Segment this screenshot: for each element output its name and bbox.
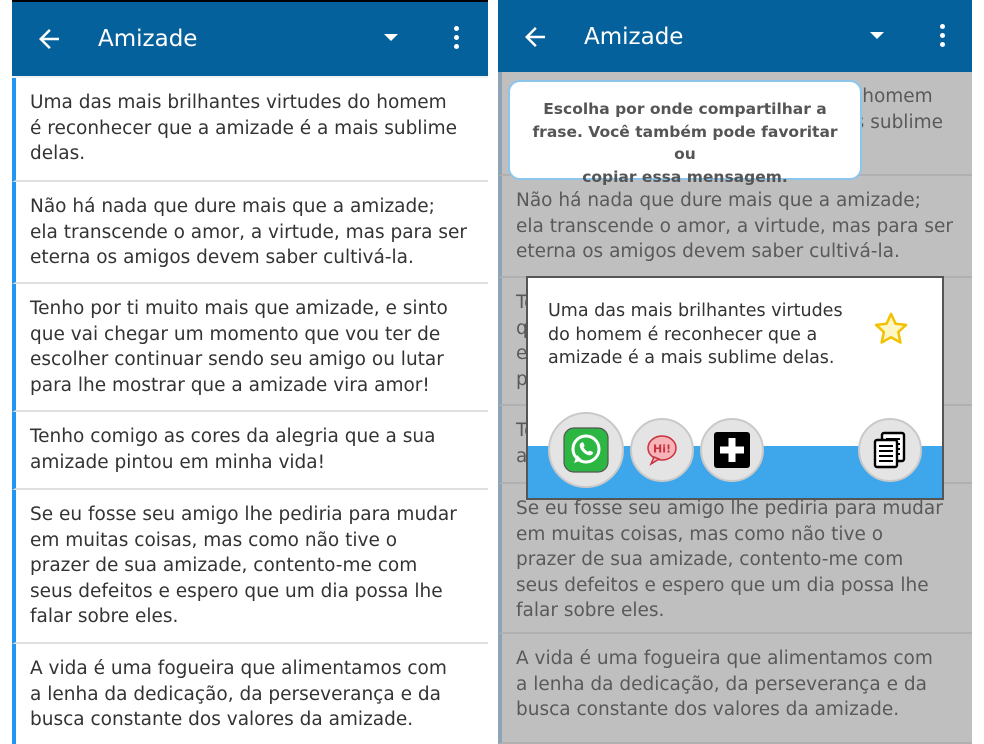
tooltip-bubble: Escolha por onde compartilhar a frase. V… [508, 80, 862, 186]
app-bar: Amizade [498, 0, 972, 72]
phrase-item[interactable]: Uma das mais brilhantes virtudes do home… [12, 78, 488, 182]
plus-share-button[interactable] [700, 418, 764, 482]
phrase-text: Se eu fosse seu amigo lhe pediria para m… [30, 504, 457, 627]
phrase-text: A vida é uma fogueira que alimentamos co… [30, 658, 447, 730]
hi-chat-icon: Hi! [647, 435, 677, 466]
phrase-text: Tenho por ti muito mais que amizade, e s… [30, 298, 448, 396]
whatsapp-icon [563, 427, 609, 473]
phrase-list: Uma das mais brilhantes virtudes do home… [12, 76, 488, 744]
phrase-item[interactable]: A vida é uma fogueira que alimentamos co… [12, 644, 488, 744]
hi-label: Hi! [653, 443, 671, 456]
phrase-text: Uma das mais brilhantes virtudes do home… [30, 92, 457, 164]
dialog-message: Uma das mais brilhantes virtudes do home… [548, 301, 843, 368]
back-arrow-icon[interactable] [520, 22, 550, 52]
copy-button[interactable] [858, 418, 922, 482]
star-icon[interactable] [872, 310, 910, 348]
page-title: Amizade [584, 24, 684, 50]
phrase-text: Tenho comigo as cores da alegria que a s… [30, 426, 436, 473]
phrase-list-screen: Amizade Uma das mais brilhantes virtudes… [12, 0, 488, 744]
chevron-down-icon[interactable] [870, 32, 884, 39]
more-vert-icon[interactable] [446, 26, 466, 54]
back-arrow-icon[interactable] [34, 24, 64, 54]
share-dialog-screen: Amizade Uma das mais brilhantes virtudes… [498, 0, 972, 744]
phrase-item[interactable]: Tenho por ti muito mais que amizade, e s… [12, 284, 488, 412]
phrase-text: Não há nada que dure mais que a amizade;… [30, 196, 468, 268]
app-bar: Amizade [12, 2, 488, 76]
copy-icon [873, 431, 906, 469]
phrase-item[interactable]: Se eu fosse seu amigo lhe pediria para m… [12, 490, 488, 644]
tooltip-text: Escolha por onde compartilhar a frase. V… [532, 100, 838, 186]
page-title: Amizade [98, 26, 198, 52]
phrase-item[interactable]: Tenho comigo as cores da alegria que a s… [12, 412, 488, 490]
hi-share-button[interactable]: Hi! [630, 418, 694, 482]
more-vert-icon[interactable] [932, 24, 952, 52]
share-dialog: Uma das mais brilhantes virtudes do home… [526, 276, 944, 500]
phrase-item[interactable]: Não há nada que dure mais que a amizade;… [12, 182, 488, 284]
whatsapp-share-button[interactable] [548, 412, 624, 488]
chevron-down-icon[interactable] [384, 34, 398, 41]
plus-icon [714, 432, 750, 468]
